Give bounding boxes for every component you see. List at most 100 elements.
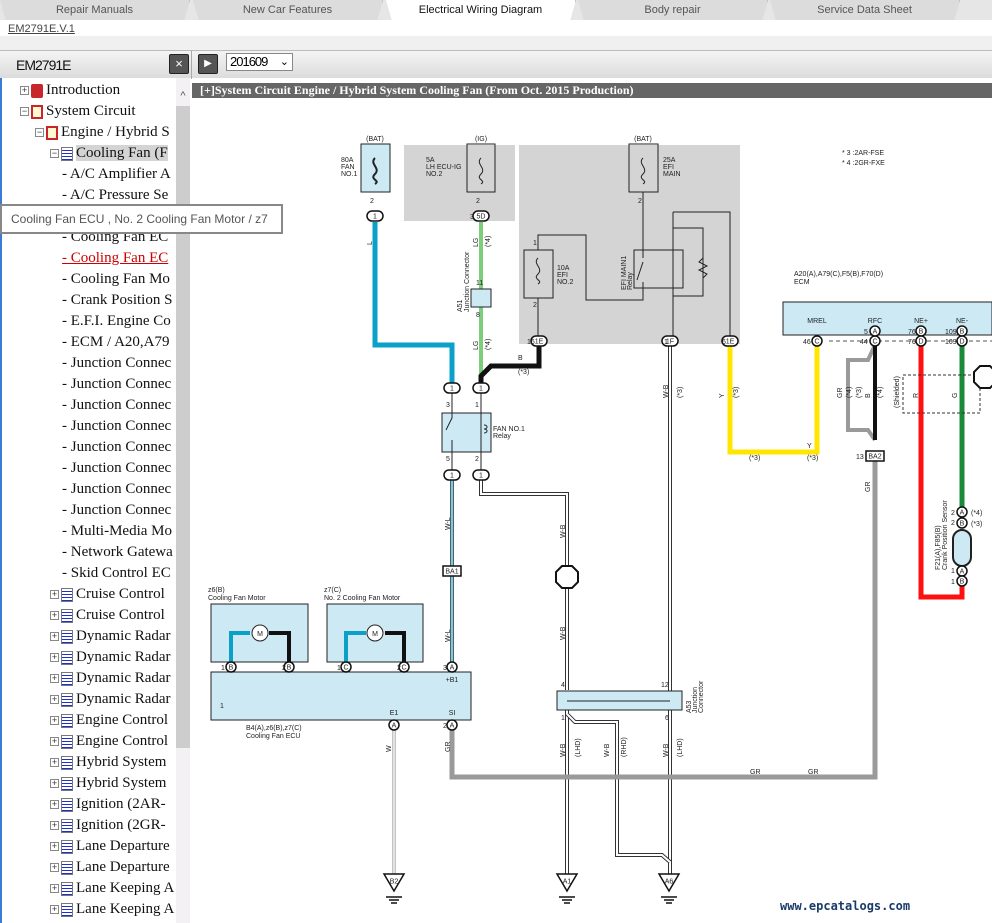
tree-item[interactable]: - Junction Connec [62, 437, 178, 458]
tree-item[interactable]: - Skid Control EC [62, 563, 178, 584]
wire-color-code: W [386, 745, 393, 752]
play-button[interactable]: ▶ [198, 54, 218, 74]
tree-item[interactable]: + Dynamic Radar [50, 626, 178, 647]
tree-item[interactable]: - ECM / A20,A79 [62, 332, 178, 353]
tree-item[interactable]: - Junction Connec [62, 500, 178, 521]
tab-new-car-features[interactable]: New Car Features [193, 0, 383, 20]
wire-wb-rhd [565, 712, 672, 864]
document-icon [61, 587, 73, 602]
tree-item[interactable]: − Cooling Fan (F [50, 143, 178, 164]
pin-number: 4 [561, 682, 565, 689]
tree-item[interactable]: + Ignition (2AR- [50, 794, 178, 815]
expand-icon[interactable]: + [50, 800, 59, 810]
tree-item-label: Engine Control [76, 712, 169, 728]
tree-item[interactable]: + Dynamic Radar [50, 689, 178, 710]
tree-item[interactable]: + Lane Departure [50, 836, 178, 857]
collapse-icon[interactable]: − [50, 149, 59, 159]
tree-item[interactable]: + Dynamic Radar [50, 647, 178, 668]
tree-item[interactable]: - A/C Amplifier A [62, 164, 178, 185]
tree-item[interactable]: + Lane Keeping A [50, 878, 178, 899]
tree-item[interactable]: - E.F.I. Engine Co [62, 311, 178, 332]
version-select[interactable]: 201609 ⌄ [226, 53, 293, 71]
splice-hexagon-shield [973, 365, 992, 389]
tree-item[interactable]: + Ignition (2GR- [50, 815, 178, 836]
expand-icon[interactable]: + [50, 590, 59, 600]
tree-item[interactable]: + Engine Control [50, 731, 178, 752]
tree-item[interactable]: - Junction Connec [62, 353, 178, 374]
diagram-label: E1 [390, 710, 399, 717]
wire-color-code: W-B [560, 743, 567, 757]
expand-icon[interactable]: + [50, 737, 59, 747]
tree-item[interactable]: - Junction Connec [62, 374, 178, 395]
tree-item[interactable]: - Junction Connec [62, 395, 178, 416]
tree-item[interactable]: + Hybrid System [50, 752, 178, 773]
tree-item[interactable]: - Network Gatewa [62, 542, 178, 563]
tree-item[interactable]: - Multi-Media Mo [62, 521, 178, 542]
tree-item-label: Hybrid System [76, 754, 167, 770]
tab-body-repair[interactable]: Body repair [578, 0, 768, 20]
expand-icon[interactable]: + [20, 86, 29, 96]
expand-icon[interactable]: + [50, 842, 59, 852]
tree-item[interactable]: − Engine / Hybrid S [35, 122, 178, 143]
diagram-label: Cooling Fan Motor [208, 595, 266, 602]
tree-item[interactable]: - Cooling Fan Mo [62, 269, 178, 290]
tree-item[interactable]: + Introduction [20, 80, 178, 101]
tree-item[interactable]: - Cooling Fan EC [62, 248, 178, 269]
tab-electrical-wiring-diagram[interactable]: Electrical Wiring Diagram [386, 0, 576, 20]
tree-item[interactable]: + Engine Control [50, 710, 178, 731]
expand-icon[interactable]: + [50, 863, 59, 873]
collapse-icon[interactable]: − [35, 128, 44, 138]
connector-label: B [960, 579, 965, 586]
expand-icon[interactable]: + [50, 905, 59, 915]
expand-icon[interactable]: + [50, 611, 59, 621]
expand-icon[interactable]: + [50, 653, 59, 663]
tab-repair-manuals[interactable]: Repair Manuals [0, 0, 190, 20]
junction-a53 [556, 690, 683, 711]
doc-version-link[interactable]: EM2791E.V.1 [8, 23, 75, 35]
diagram-label: A20(A),A79(C),F5(B),F70(D) [794, 271, 883, 278]
tree-item[interactable]: - A/C Pressure Se [62, 185, 178, 206]
expand-icon[interactable]: + [50, 821, 59, 831]
diagram-label: NE- [956, 318, 969, 325]
tree-item[interactable]: + Hybrid System [50, 773, 178, 794]
diagram-title[interactable]: [+]System Circuit Engine / Hybrid System… [192, 83, 992, 98]
close-button[interactable]: × [169, 54, 189, 74]
connector-label: A [873, 329, 878, 336]
pin-number: 6 [665, 715, 669, 722]
wire-b [478, 345, 542, 385]
expand-icon[interactable]: + [50, 758, 59, 768]
pin-number: 2 [397, 665, 401, 672]
tree-item[interactable]: + Cruise Control [50, 605, 178, 626]
connector-label: D [918, 339, 923, 346]
collapse-icon[interactable]: − [20, 107, 29, 117]
tree-item[interactable]: - Junction Connec [62, 479, 178, 500]
tree-item[interactable]: + Dynamic Radar [50, 668, 178, 689]
wire-color-code: GR [808, 769, 819, 776]
expand-icon[interactable]: + [50, 716, 59, 726]
expand-icon[interactable]: + [50, 674, 59, 684]
expand-icon[interactable]: + [50, 884, 59, 894]
tree-item[interactable]: - Junction Connec [62, 458, 178, 479]
variant-note: (*3) [749, 455, 760, 462]
scrollbar-thumb[interactable] [176, 106, 190, 748]
tree-item[interactable]: - Junction Connec [62, 416, 178, 437]
tab-service-data-sheet[interactable]: Service Data Sheet [770, 0, 960, 20]
wire-color-code: B [518, 355, 523, 362]
scroll-up-icon[interactable]: ^ [176, 90, 190, 104]
wire-color-code: W-B [560, 524, 567, 538]
tree-item[interactable]: - Crank Position S [62, 290, 178, 311]
pin-number: 2 [951, 510, 955, 517]
diagram-label: MREL [807, 318, 827, 325]
diagram-label: 5A [426, 157, 435, 164]
tree-item-label: System Circuit [46, 103, 136, 119]
diagram-label: ECM [794, 279, 810, 286]
diagram-label: (BAT) [366, 136, 384, 143]
tree-item[interactable]: − System Circuit [20, 101, 178, 122]
expand-icon[interactable]: + [50, 632, 59, 642]
tree-item-label: - Cooling Fan EC [62, 250, 169, 266]
expand-icon[interactable]: + [50, 695, 59, 705]
expand-icon[interactable]: + [50, 779, 59, 789]
tree-item[interactable]: + Cruise Control [50, 584, 178, 605]
tree-item[interactable]: + Lane Departure [50, 857, 178, 878]
tree-item[interactable]: + Lane Keeping A [50, 899, 178, 920]
